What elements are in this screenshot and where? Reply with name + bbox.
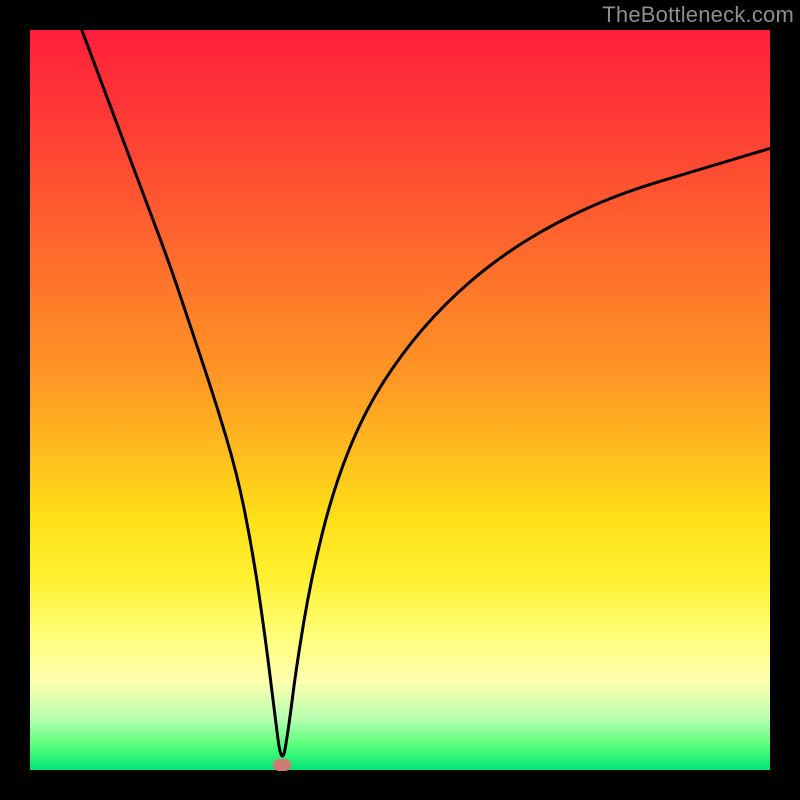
- watermark-text: TheBottleneck.com: [602, 2, 794, 28]
- bottleneck-curve: [82, 30, 770, 756]
- chart-frame: TheBottleneck.com: [0, 0, 800, 800]
- curve-svg: [30, 30, 770, 770]
- plot-area: [30, 30, 770, 770]
- minimum-marker: [273, 759, 291, 771]
